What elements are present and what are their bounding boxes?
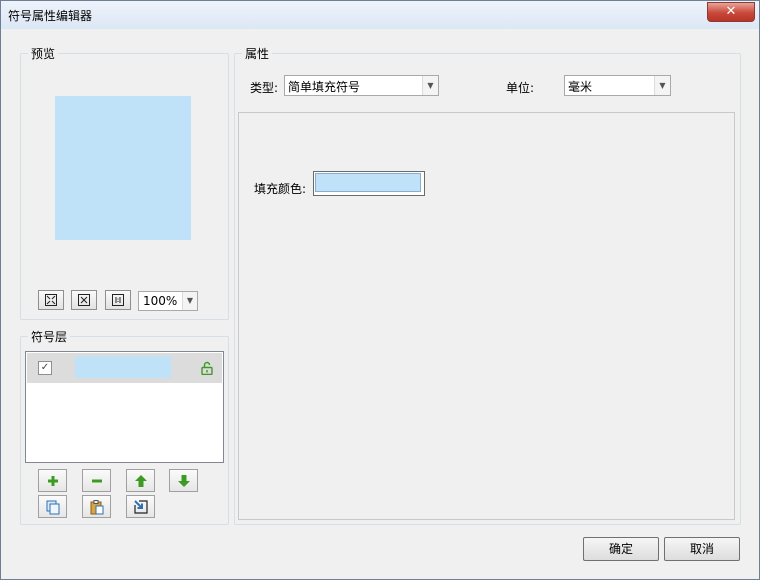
arrow-down-icon — [177, 474, 190, 487]
unit-value: 毫米 — [568, 80, 593, 94]
import-layer-button[interactable] — [126, 495, 155, 518]
copy-icon — [46, 500, 59, 514]
preview-swatch — [55, 96, 191, 240]
zoom-select[interactable]: 100% ▼ — [138, 291, 198, 311]
fit-to-window-button[interactable] — [38, 290, 64, 310]
unit-select[interactable]: 毫米 ▼ — [564, 75, 671, 96]
fill-color-picker[interactable] — [313, 171, 425, 196]
paste-layer-button[interactable] — [82, 495, 111, 518]
move-layer-down-button[interactable] — [169, 469, 198, 492]
arrow-up-icon — [134, 474, 147, 487]
chevron-down-icon[interactable]: ▼ — [182, 292, 197, 310]
unit-label: 单位: — [506, 81, 535, 95]
add-layer-button[interactable] — [38, 469, 67, 492]
unlock-icon[interactable] — [200, 361, 214, 375]
remove-layer-button[interactable] — [82, 469, 111, 492]
type-select[interactable]: 简单填充符号 ▼ — [284, 75, 439, 96]
cancel-button[interactable]: 取消 — [664, 537, 740, 561]
fill-color-swatch — [315, 173, 421, 192]
properties-group-title: 属性 — [242, 45, 273, 62]
actual-size-icon — [112, 294, 124, 306]
actual-size-button[interactable] — [105, 290, 131, 310]
move-layer-up-button[interactable] — [126, 469, 155, 492]
close-button[interactable]: ✕ — [707, 2, 755, 22]
import-icon — [133, 499, 148, 514]
ok-button[interactable]: 确定 — [583, 537, 659, 561]
type-value: 简单填充符号 — [288, 80, 361, 94]
title-bar: 符号属性编辑器 ✕ — [1, 1, 759, 29]
preview-group-title: 预览 — [28, 45, 59, 62]
layer-row[interactable]: ✓ — [27, 353, 222, 383]
type-label: 类型: — [250, 81, 279, 95]
fit-to-window-icon — [45, 294, 57, 306]
layer-color-swatch — [75, 356, 171, 378]
layer-visible-checkbox[interactable]: ✓ — [38, 361, 52, 375]
window-title: 符号属性编辑器 — [8, 9, 93, 23]
add-icon — [47, 475, 58, 486]
paste-icon — [90, 499, 103, 514]
zoom-extent-button[interactable] — [71, 290, 97, 310]
fill-color-label: 填充颜色: — [254, 182, 307, 196]
layers-group-title: 符号层 — [28, 328, 71, 345]
zoom-extent-icon — [78, 294, 90, 306]
layer-list[interactable]: ✓ — [25, 351, 224, 463]
zoom-value: 100% — [143, 294, 178, 308]
remove-icon — [91, 479, 102, 482]
chevron-down-icon[interactable]: ▼ — [654, 76, 670, 95]
copy-layer-button[interactable] — [38, 495, 67, 518]
chevron-down-icon[interactable]: ▼ — [422, 76, 438, 95]
